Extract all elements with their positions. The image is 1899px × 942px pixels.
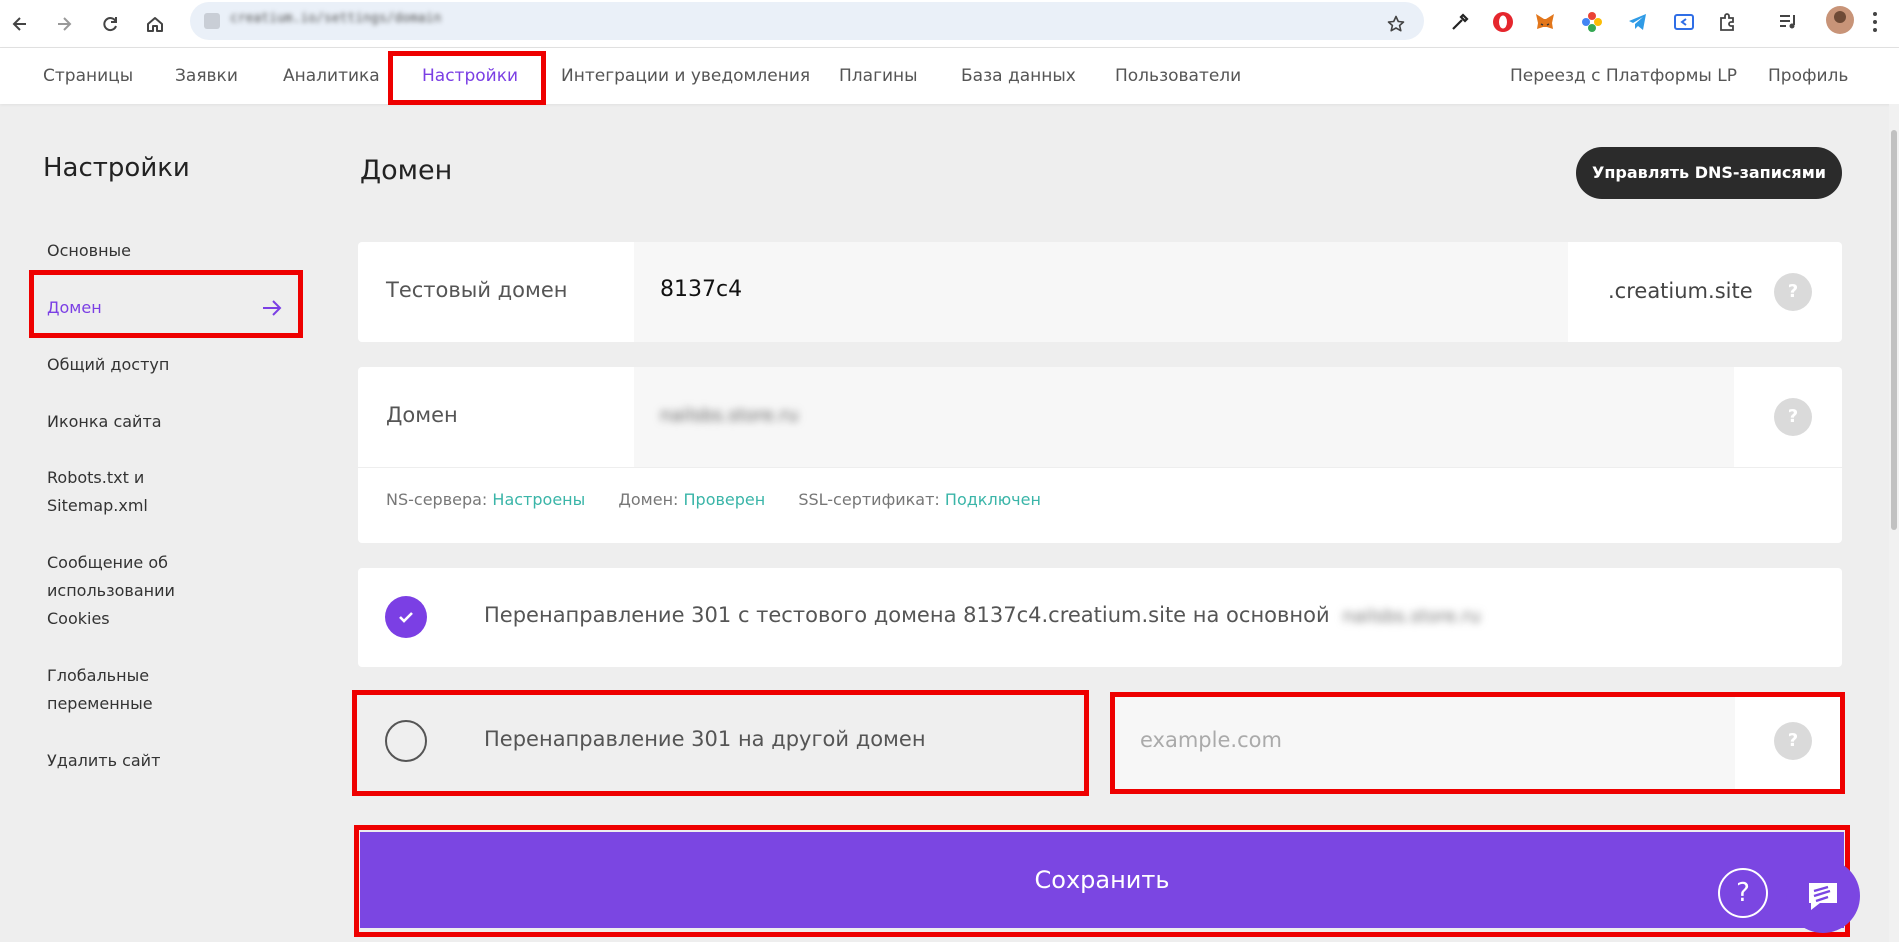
back-icon[interactable]: [0, 4, 40, 44]
help-icon[interactable]: ?: [1774, 398, 1812, 436]
sidebar-item-variables[interactable]: Глобальные переменные: [47, 662, 197, 718]
sidebar-item-robots[interactable]: Robots.txt и Sitemap.xml: [47, 464, 177, 520]
domain-card: Домен nailsbs.store.ru ? NS-сервера: Нас…: [358, 367, 1842, 543]
ns-status: Настроены: [492, 490, 586, 509]
sidebar-item-favicon[interactable]: Иконка сайта: [47, 408, 247, 436]
help-icon[interactable]: ?: [1774, 273, 1812, 311]
domain-status: NS-сервера: Настроены Домен: Проверен SS…: [358, 467, 1842, 543]
ssl-status: Подключен: [944, 490, 1041, 509]
top-navigation: Страницы Заявки Аналитика Настройки Инте…: [0, 48, 1899, 104]
help-fab-icon[interactable]: ?: [1718, 868, 1768, 918]
test-domain-input[interactable]: 8137c4: [634, 242, 1568, 342]
test-domain-value: 8137c4: [660, 277, 743, 302]
domain-label: Домен: [386, 403, 458, 427]
check-icon: [399, 612, 413, 623]
address-bar[interactable]: creatium.io/settings/domain: [190, 2, 1424, 40]
sidebar-item-delete[interactable]: Удалить сайт: [47, 747, 247, 775]
tab-extension-icon[interactable]: [1670, 8, 1698, 36]
site-info-icon[interactable]: [204, 13, 220, 29]
sidebar-item-general[interactable]: Основные: [47, 237, 247, 265]
domain-status-value: Проверен: [683, 490, 766, 509]
scrollbar-thumb[interactable]: [1891, 130, 1897, 530]
page-title: Домен: [360, 155, 453, 186]
chat-icon[interactable]: [1786, 859, 1860, 933]
test-domain-label: Тестовый домен: [386, 278, 568, 302]
domain-input[interactable]: nailsbs.store.ru: [634, 367, 1734, 467]
domain-suffix: .creatium.site: [1608, 279, 1753, 303]
avatar[interactable]: [1826, 6, 1854, 34]
reload-icon[interactable]: [90, 4, 130, 44]
redirect-other-text: Перенаправление 301 на другой домен: [484, 727, 926, 751]
ssl-label: SSL-сертификат:: [798, 490, 940, 509]
nav-profile[interactable]: Профиль: [1768, 48, 1848, 104]
nav-leads[interactable]: Заявки: [175, 48, 238, 104]
home-icon[interactable]: [135, 4, 175, 44]
eyedropper-extension-icon[interactable]: [1446, 8, 1474, 36]
domain-status-label: Домен:: [618, 490, 679, 509]
sidebar-item-cookies[interactable]: Сообщение об использовании Cookies: [47, 549, 197, 633]
sidebar-item-sharing[interactable]: Общий доступ: [47, 351, 247, 379]
menu-icon[interactable]: [1872, 12, 1878, 32]
test-domain-card: Тестовый домен 8137c4 .creatium.site ?: [358, 242, 1842, 342]
nav-plugins[interactable]: Плагины: [839, 48, 918, 104]
ns-label: NS-сервера:: [386, 490, 488, 509]
redirect-test-label: Перенаправление 301 с тестового домена 8…: [484, 603, 1330, 627]
metamask-extension-icon[interactable]: [1531, 8, 1559, 36]
sidebar-item-domain[interactable]: Домен: [47, 294, 247, 322]
save-button[interactable]: Сохранить: [360, 832, 1844, 928]
browser-toolbar: creatium.io/settings/domain: [0, 0, 1899, 48]
redirect-target-domain: nailsbs.store.ru: [1342, 606, 1481, 627]
redirect-domain-placeholder: example.com: [1140, 728, 1282, 752]
pinwheel-extension-icon[interactable]: [1578, 8, 1606, 36]
manage-dns-button[interactable]: Управлять DNS-записями: [1576, 147, 1842, 199]
redirect-domain-input-card: example.com ?: [1110, 692, 1842, 791]
checkbox-checked[interactable]: [385, 596, 427, 638]
opera-extension-icon[interactable]: [1489, 8, 1517, 36]
nav-migration[interactable]: Переезд с Платформы LP: [1510, 48, 1737, 104]
arrow-right-icon: [263, 300, 282, 316]
domain-value: nailsbs.store.ru: [660, 405, 799, 426]
redirect-domain-input[interactable]: example.com: [1110, 692, 1735, 791]
redirect-other-card[interactable]: Перенаправление 301 на другой домен: [358, 692, 1082, 791]
chat-bubble-icon: [1809, 883, 1837, 910]
star-icon[interactable]: [1376, 4, 1416, 44]
telegram-extension-icon[interactable]: [1624, 8, 1652, 36]
forward-icon[interactable]: [44, 4, 84, 44]
nav-database[interactable]: База данных: [961, 48, 1076, 104]
help-icon[interactable]: ?: [1774, 722, 1812, 760]
redirect-test-card[interactable]: Перенаправление 301 с тестового домена 8…: [358, 568, 1842, 667]
url-text: creatium.io/settings/domain: [230, 11, 442, 26]
nav-analytics[interactable]: Аналитика: [283, 48, 380, 104]
redirect-test-text: Перенаправление 301 с тестового домена 8…: [484, 603, 1481, 627]
status-row: NS-сервера: Настроены Домен: Проверен SS…: [386, 490, 1069, 509]
media-queue-icon[interactable]: [1774, 8, 1802, 36]
nav-integrations[interactable]: Интеграции и уведомления: [561, 48, 810, 104]
nav-pages[interactable]: Страницы: [43, 48, 133, 104]
checkbox-unchecked[interactable]: [385, 720, 427, 762]
nav-settings[interactable]: Настройки: [422, 48, 518, 104]
nav-users[interactable]: Пользователи: [1115, 48, 1241, 104]
sidebar-title: Настройки: [43, 153, 190, 183]
puzzle-extensions-icon[interactable]: [1714, 8, 1742, 36]
